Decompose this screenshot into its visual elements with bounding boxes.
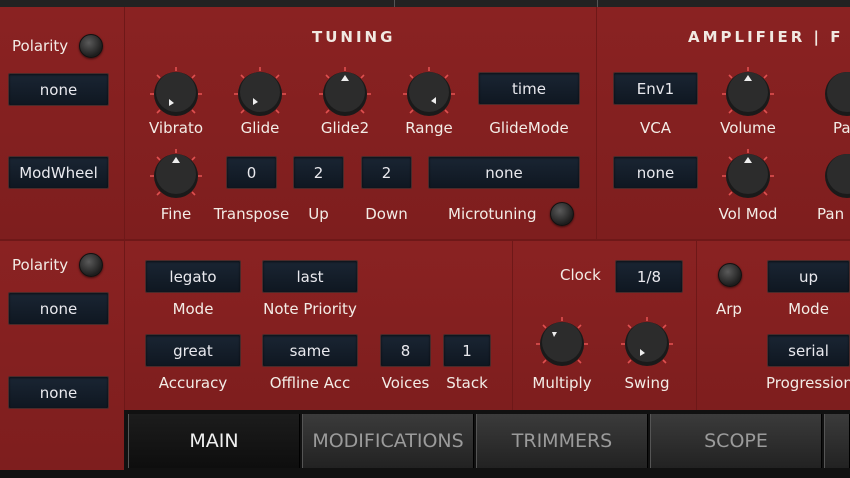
offline-acc-select[interactable]: same bbox=[262, 334, 358, 367]
polarity-label: Polarity bbox=[12, 256, 69, 274]
range-label: Range bbox=[405, 119, 453, 137]
swing-knob[interactable] bbox=[618, 315, 676, 373]
glidemode-select[interactable]: time bbox=[478, 72, 580, 105]
vibrato-knob[interactable] bbox=[147, 65, 205, 123]
clock-label: Clock bbox=[560, 266, 601, 284]
note-priority-select[interactable]: last bbox=[262, 260, 358, 293]
transpose-field[interactable]: 0 bbox=[226, 156, 277, 189]
modwheel-select[interactable]: ModWheel bbox=[8, 156, 109, 189]
microtuning-toggle[interactable] bbox=[550, 202, 574, 226]
fine-knob[interactable] bbox=[147, 147, 205, 205]
volume-knob[interactable] bbox=[719, 65, 777, 123]
accuracy-select[interactable]: great bbox=[145, 334, 241, 367]
up-label: Up bbox=[308, 205, 329, 223]
swing-label: Swing bbox=[624, 374, 670, 392]
multiply-label: Multiply bbox=[532, 374, 592, 392]
pan-label: Pan bbox=[817, 205, 845, 223]
transpose-label: Transpose bbox=[213, 205, 290, 223]
stack-field[interactable]: 1 bbox=[443, 334, 491, 367]
range-knob[interactable] bbox=[400, 65, 458, 123]
vca-mod-select[interactable]: none bbox=[613, 156, 698, 189]
progression-label: Progression bbox=[766, 374, 850, 392]
vca-label: VCA bbox=[640, 119, 671, 137]
pan-top-label: Pa bbox=[833, 119, 850, 137]
mod-source-select[interactable]: none bbox=[8, 292, 109, 325]
pan-top-knob[interactable] bbox=[818, 65, 850, 123]
bottom-bar bbox=[0, 470, 850, 478]
fine-label: Fine bbox=[160, 205, 192, 223]
glidemode-label: GlideMode bbox=[489, 119, 569, 137]
note-priority-label: Note Priority bbox=[263, 300, 357, 318]
volmod-knob[interactable] bbox=[719, 147, 777, 205]
mode-label: Mode bbox=[172, 300, 214, 318]
voices-field[interactable]: 8 bbox=[380, 334, 431, 367]
stack-label: Stack bbox=[446, 374, 488, 392]
volume-label: Volume bbox=[720, 119, 776, 137]
tab-modifications[interactable]: MODIFICATIONS bbox=[302, 414, 474, 468]
up-field[interactable]: 2 bbox=[293, 156, 344, 189]
tab-trimmers[interactable]: TRIMMERS bbox=[476, 414, 648, 468]
polarity-label: Polarity bbox=[12, 37, 69, 55]
tab-bar: MAIN MODIFICATIONS TRIMMERS SCOPE bbox=[124, 410, 850, 470]
multiply-knob[interactable] bbox=[533, 315, 591, 373]
tuning-title: TUNING bbox=[312, 28, 396, 46]
mod-source-select[interactable]: none bbox=[8, 73, 109, 106]
polarity-toggle[interactable] bbox=[79, 253, 103, 277]
arp-mode-label: Mode bbox=[788, 300, 829, 318]
offline-acc-label: Offline Acc bbox=[269, 374, 351, 392]
glide2-label: Glide2 bbox=[320, 119, 370, 137]
down-label: Down bbox=[365, 205, 408, 223]
arp-toggle[interactable] bbox=[718, 263, 742, 287]
vibrato-label: Vibrato bbox=[148, 119, 204, 137]
tab-more[interactable] bbox=[824, 414, 850, 468]
microtuning-select[interactable]: none bbox=[428, 156, 580, 189]
glide-label: Glide bbox=[240, 119, 280, 137]
arp-mode-select[interactable]: up bbox=[767, 260, 850, 293]
polarity-toggle[interactable] bbox=[79, 34, 103, 58]
mode-select[interactable]: legato bbox=[145, 260, 241, 293]
glide2-knob[interactable] bbox=[316, 65, 374, 123]
glide-knob[interactable] bbox=[231, 65, 289, 123]
tab-scope[interactable]: SCOPE bbox=[650, 414, 822, 468]
accuracy-label: Accuracy bbox=[158, 374, 228, 392]
mod-destination-select[interactable]: none bbox=[8, 376, 109, 409]
left-panel-bottom bbox=[0, 241, 124, 470]
volmod-label: Vol Mod bbox=[718, 205, 778, 223]
pan-knob[interactable] bbox=[818, 147, 850, 205]
vca-select[interactable]: Env1 bbox=[613, 72, 698, 105]
down-field[interactable]: 2 bbox=[361, 156, 412, 189]
arp-label: Arp bbox=[716, 300, 742, 318]
microtuning-label: Microtuning bbox=[448, 205, 537, 223]
amplifier-title: AMPLIFIER | F bbox=[688, 28, 844, 46]
progression-select[interactable]: serial bbox=[767, 334, 850, 367]
voices-label: Voices bbox=[381, 374, 430, 392]
tab-main[interactable]: MAIN bbox=[128, 414, 300, 468]
top-bar bbox=[0, 0, 850, 7]
clock-select[interactable]: 1/8 bbox=[615, 260, 683, 293]
